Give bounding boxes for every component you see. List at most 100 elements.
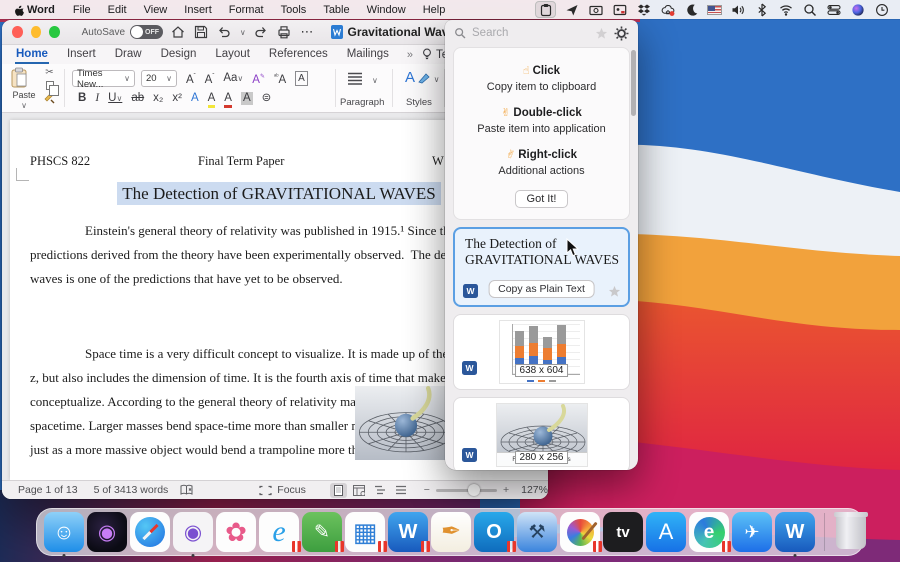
zoom-out-button[interactable]: − [424,484,430,496]
got-it-button[interactable]: Got It! [515,190,569,208]
print-layout-view-button[interactable] [330,483,347,498]
character-shading-button[interactable]: A [241,92,253,105]
paste-clipboard-icon[interactable] [535,1,556,18]
character-border-button[interactable]: A [295,71,308,86]
page-indicator[interactable]: Page 1 of 13 [18,484,78,496]
document-heading-selected[interactable]: The Detection of GRAVITATIONAL WAVES [117,182,440,205]
home-icon[interactable] [171,24,186,41]
paragraph-chevron[interactable]: ∨ [372,76,378,85]
clipboard-item-chart-image[interactable]: W 638 x 604 [453,314,630,390]
spacetime-figure[interactable] [355,386,457,460]
dock-photo-booth[interactable]: ◉ [173,512,213,552]
close-button[interactable] [12,26,23,38]
copy-plain-text-button[interactable]: Copy as Plain Text [488,280,595,298]
dock-outlook[interactable]: O [474,512,514,552]
us-flag-input-source-icon[interactable] [707,5,722,15]
paragraph-menu-button[interactable] [348,72,368,86]
save-icon[interactable] [194,24,209,41]
copy-icon[interactable] [46,81,54,90]
tab-layout[interactable]: Layout [214,47,251,62]
menu-table[interactable]: Table [323,4,349,16]
dock-xcode[interactable]: ⚒ [517,512,557,552]
menu-file[interactable]: File [73,4,91,16]
do-not-disturb-moon-icon[interactable] [683,2,700,17]
clipboard-item-figure-image[interactable]: Figure 1: Earth Bends W 280 x 256 [453,397,630,470]
menu-view[interactable]: View [144,4,168,16]
dock-evernote[interactable]: ✎ [302,512,342,552]
tabs-overflow-chevron[interactable]: » [407,49,413,61]
clipboard-item-text[interactable]: The Detection of GRAVITATIONAL WAVES W C… [453,227,630,307]
wifi-icon[interactable] [777,2,794,17]
superscript-button[interactable]: x² [172,92,182,105]
text-effects-button[interactable]: A [191,92,199,105]
draft-view-button[interactable] [393,483,410,498]
underline-button[interactable]: U∨ [108,92,122,105]
volume-icon[interactable] [729,2,746,17]
spotlight-search-icon[interactable] [801,2,818,17]
siri-icon[interactable] [849,2,866,17]
tab-home[interactable]: Home [15,47,49,62]
undo-icon[interactable] [217,24,232,41]
dock-siri[interactable]: ◉ [87,512,127,552]
dock-app-store[interactable]: A [646,512,686,552]
strikethrough-button[interactable]: ab [131,92,144,105]
more-commands-icon[interactable]: ⋯ [300,24,315,41]
panel-scrollbar[interactable] [631,50,636,116]
zoom-in-button[interactable]: + [503,484,509,496]
undo-dropdown-chevron[interactable]: ∨ [240,28,246,37]
favorite-star-icon[interactable] [608,285,621,298]
control-center-icon[interactable] [825,2,842,17]
dock-photos[interactable]: ✿ [216,512,256,552]
highlight-color-button[interactable]: A [208,92,216,105]
bold-button[interactable]: B [78,92,86,105]
dock-finder[interactable]: ☺ [44,512,84,552]
menu-format[interactable]: Format [229,4,264,16]
print-icon[interactable] [277,24,292,41]
focus-toggle[interactable]: Focus [259,484,306,496]
location-icon[interactable] [563,2,580,17]
cloud-home-icon[interactable] [659,2,676,17]
zoom-slider[interactable] [436,489,497,492]
dropbox-icon[interactable] [635,2,652,17]
dock-trash[interactable] [836,515,866,549]
grow-font-button[interactable]: Aˆ [186,71,196,87]
font-name-select[interactable]: Times New...∨ [72,70,135,87]
dock-safari[interactable] [130,512,170,552]
proofing-status-icon[interactable] [180,484,193,496]
tab-insert[interactable]: Insert [66,47,97,62]
autosave-toggle[interactable]: OFF [130,25,163,39]
zoom-button[interactable] [49,26,60,38]
redo-icon[interactable] [254,24,269,41]
search-input[interactable] [472,27,589,39]
favorites-filter-icon[interactable] [595,27,608,40]
zoom-slider-thumb[interactable] [468,484,480,496]
minimize-button[interactable] [31,26,42,38]
tab-mailings[interactable]: Mailings [346,47,390,62]
clock-icon[interactable] [873,2,890,17]
change-case-button[interactable]: Aa∨ [223,72,243,85]
subscript-button[interactable]: x₂ [153,92,163,105]
enclose-characters-button[interactable]: ⊜ [262,92,272,105]
menu-tools[interactable]: Tools [281,4,307,16]
settings-gear-icon[interactable] [614,26,629,41]
tab-design[interactable]: Design [160,47,198,62]
dock-apple-tv[interactable]: tv [603,512,643,552]
zoom-percentage[interactable]: 127% [521,484,548,496]
dock-word[interactable]: W [775,512,815,552]
menu-word[interactable]: Word [27,4,55,16]
font-size-select[interactable]: 20∨ [141,70,177,87]
paste-button[interactable]: Paste ∨ [10,67,38,110]
phonetic-guide-button[interactable]: ᵃᵇA [274,71,286,87]
dock-edge[interactable]: e [689,512,729,552]
menu-help[interactable]: Help [423,4,446,16]
dock-testflight[interactable]: ✈ [732,512,772,552]
outline-view-button[interactable] [372,483,389,498]
dock-internet-explorer[interactable]: e [259,512,299,552]
cut-icon[interactable]: ✂ [45,68,53,78]
word-count[interactable]: 5 of 3413 words [94,484,169,496]
tab-references[interactable]: References [268,47,329,62]
styles-menu-button[interactable]: A ∨ [405,69,439,86]
dock-pages[interactable]: ✒ [431,512,471,552]
tab-draw[interactable]: Draw [114,47,143,62]
menu-edit[interactable]: Edit [108,4,127,16]
